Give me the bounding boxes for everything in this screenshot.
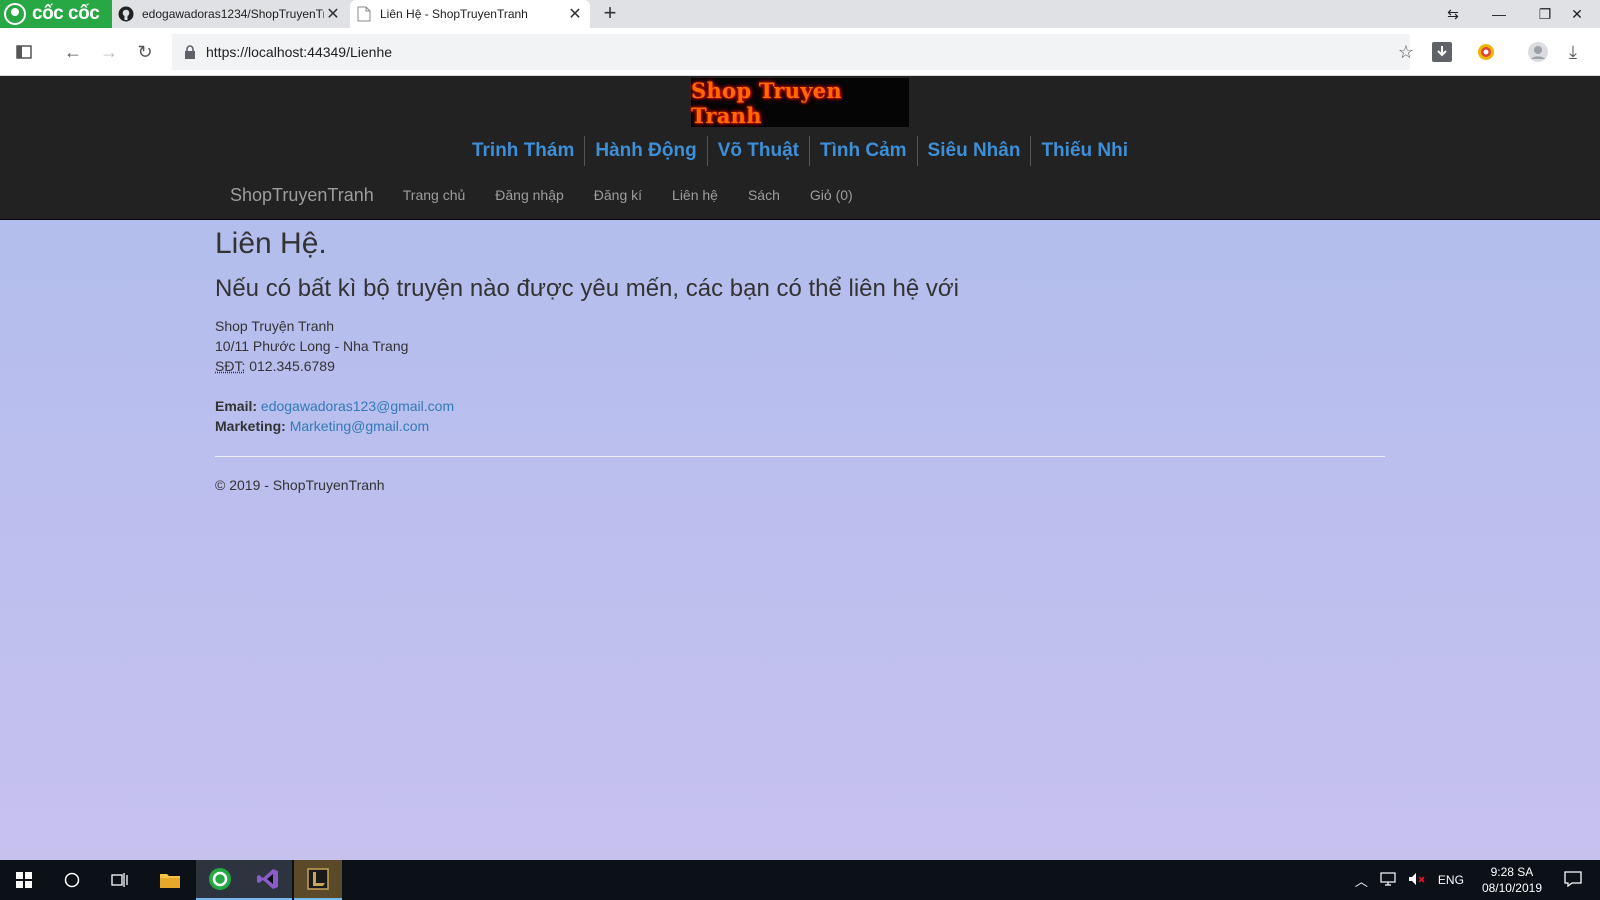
sidebar-toggle-icon[interactable] <box>10 38 38 66</box>
tab-search-icon[interactable]: ⇆ <box>1430 0 1476 28</box>
marketing-label: Marketing: <box>215 418 286 434</box>
url-input[interactable] <box>206 44 1306 60</box>
phone-number: 012.345.6789 <box>249 358 335 374</box>
tab-title: edogawadoras1234/ShopTruyenTranh <box>142 7 324 21</box>
browser-toolbar: ← → ↻ ☆ ⤓ <box>0 28 1600 76</box>
banner-text: Shop Truyen Tranh <box>691 77 842 128</box>
close-window-button[interactable]: ✕ <box>1554 0 1600 28</box>
volume-muted-icon[interactable] <box>1402 872 1432 889</box>
profile-avatar-icon[interactable] <box>1524 38 1552 66</box>
network-icon[interactable] <box>1374 871 1402 889</box>
system-tray: ︿ ENG 9:28 SA 08/10/2019 <box>1349 860 1600 900</box>
clock-time: 9:28 SA <box>1490 865 1534 879</box>
divider <box>215 456 1385 457</box>
close-tab-icon[interactable]: ✕ <box>566 4 584 24</box>
page-title: Liên Hệ. <box>215 227 327 260</box>
extension-icon[interactable] <box>1472 38 1500 66</box>
web-page: Shop Truyen Tranh Trinh Thám Hành Động V… <box>0 76 1600 860</box>
download-manager-icon[interactable] <box>1428 38 1456 66</box>
windows-taskbar: ︿ ENG 9:28 SA 08/10/2019 <box>0 860 1600 900</box>
browser-tab-strip: cốc cốc edogawadoras1234/ShopTruyenTranh… <box>0 0 1600 28</box>
coccoc-taskbar-icon[interactable] <box>196 860 244 900</box>
site-header: Shop Truyen Tranh Trinh Thám Hành Động V… <box>0 76 1600 220</box>
nav-home[interactable]: Trang chủ <box>388 187 481 203</box>
category-nav: Trinh Thám Hành Động Võ Thuật Tình Cảm S… <box>0 136 1600 166</box>
forward-arrow-icon[interactable]: → <box>95 38 123 66</box>
shop-phone-row: SĐT: 012.345.6789 <box>215 356 1385 376</box>
browser-tab-active[interactable]: Liên Hệ - ShopTruyenTranh ✕ <box>350 0 590 28</box>
address-bar[interactable] <box>172 34 1410 70</box>
page-subtitle: Nếu có bất kì bộ truyện nào được yêu mến… <box>215 275 959 302</box>
page-icon <box>356 6 372 22</box>
minimize-button[interactable]: — <box>1476 0 1522 28</box>
nav-contact[interactable]: Liên hệ <box>657 187 733 203</box>
visual-studio-icon[interactable] <box>244 860 292 900</box>
browser-tab-github[interactable]: edogawadoras1234/ShopTruyenTranh ✕ <box>112 0 348 28</box>
main-content: Liên Hệ. Nếu có bất kì bộ truyện nào đượ… <box>215 226 1385 493</box>
main-navbar: ShopTruyenTranh Trang chủ Đăng nhập Đăng… <box>216 180 868 210</box>
coccoc-menu-button[interactable]: cốc cốc <box>0 0 112 28</box>
notification-center-icon[interactable] <box>1556 870 1600 890</box>
nav-login[interactable]: Đăng nhập <box>480 187 579 203</box>
email-label: Email: <box>215 398 258 414</box>
clock-date: 08/10/2019 <box>1481 881 1542 895</box>
tab-title: Liên Hệ - ShopTruyenTranh <box>380 7 528 21</box>
category-link[interactable]: Siêu Nhân <box>918 136 1032 166</box>
category-link[interactable]: Võ Thuật <box>708 136 810 166</box>
close-tab-icon[interactable]: ✕ <box>324 4 342 24</box>
email-link[interactable]: edogawadoras123@gmail.com <box>261 398 454 414</box>
shop-street: 10/11 Phước Long - Nha Trang <box>215 338 409 354</box>
marketing-row: Marketing: Marketing@gmail.com <box>215 416 1385 436</box>
clock[interactable]: 9:28 SA 08/10/2019 <box>1482 864 1542 896</box>
nav-register[interactable]: Đăng kí <box>579 187 657 203</box>
task-view-icon[interactable] <box>96 860 144 900</box>
league-of-legends-icon[interactable] <box>294 860 342 900</box>
email-row: Email: edogawadoras123@gmail.com <box>215 396 1385 416</box>
bookmark-star-icon[interactable]: ☆ <box>1392 38 1420 66</box>
category-link[interactable]: Trinh Thám <box>462 136 586 166</box>
download-icon[interactable]: ⤓ <box>1559 38 1587 66</box>
nav-books[interactable]: Sách <box>733 187 795 203</box>
category-link[interactable]: Tình Cảm <box>810 136 918 166</box>
category-link[interactable]: Thiếu Nhi <box>1031 136 1138 166</box>
lock-icon <box>184 45 198 59</box>
browser-brand-label: cốc cốc <box>32 3 100 24</box>
phone-label: SĐT: <box>215 358 246 374</box>
back-arrow-icon[interactable]: ← <box>59 38 87 66</box>
contact-address: Shop Truyện Tranh 10/11 Phước Long - Nha… <box>215 316 1385 376</box>
show-hidden-icons-icon[interactable]: ︿ <box>1349 871 1374 890</box>
file-explorer-icon[interactable] <box>146 860 194 900</box>
marketing-email-link[interactable]: Marketing@gmail.com <box>290 418 429 434</box>
navbar-brand[interactable]: ShopTruyenTranh <box>216 185 388 206</box>
category-link[interactable]: Hành Động <box>585 136 708 166</box>
site-banner-logo[interactable]: Shop Truyen Tranh <box>691 77 909 128</box>
input-language[interactable]: ENG <box>1432 873 1470 887</box>
shop-name: Shop Truyện Tranh <box>215 318 335 334</box>
github-icon <box>118 6 134 22</box>
coccoc-logo-icon <box>4 3 26 25</box>
reload-icon[interactable]: ↻ <box>131 38 159 66</box>
contact-emails: Email: edogawadoras123@gmail.com Marketi… <box>215 396 1385 436</box>
windows-start-icon[interactable] <box>0 860 48 900</box>
search-icon[interactable] <box>48 860 96 900</box>
new-tab-button[interactable]: + <box>598 2 622 26</box>
page-footer: © 2019 - ShopTruyenTranh <box>215 477 385 493</box>
nav-cart[interactable]: Giỏ (0) <box>795 187 868 203</box>
